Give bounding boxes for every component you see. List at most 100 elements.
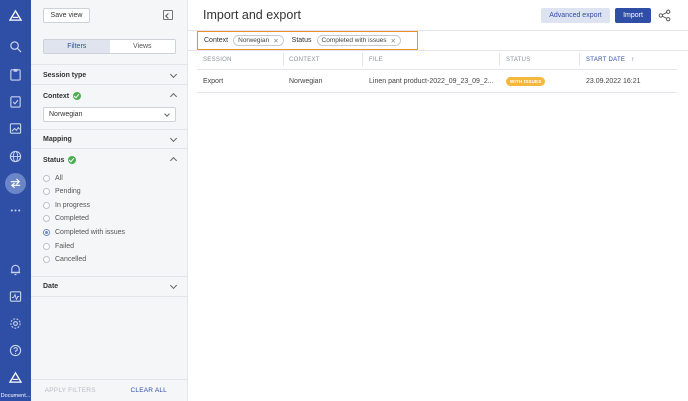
divider bbox=[31, 64, 188, 65]
sort-arrow-icon: ↑ bbox=[631, 57, 635, 63]
divider bbox=[31, 129, 188, 130]
radio-button[interactable] bbox=[43, 188, 50, 195]
globe-icon[interactable] bbox=[8, 149, 23, 164]
section-label: Status bbox=[43, 156, 65, 164]
status-option-selected[interactable]: Completed with issues bbox=[43, 229, 125, 236]
chevron-down-icon bbox=[169, 281, 178, 290]
tab-views[interactable]: Views bbox=[110, 40, 176, 53]
image-icon[interactable] bbox=[8, 121, 23, 136]
status-option-label: All bbox=[55, 175, 63, 182]
rail-footer-label[interactable]: Document... bbox=[0, 393, 31, 399]
status-option[interactable]: Completed bbox=[43, 215, 89, 222]
section-label: Date bbox=[43, 283, 59, 290]
section-date[interactable]: Date bbox=[43, 281, 178, 290]
filter-panel: Save view Filters Views Session type Con… bbox=[31, 0, 188, 401]
context-select[interactable]: Norwegian bbox=[43, 107, 176, 122]
check-circle-icon bbox=[73, 92, 82, 100]
chevron-down-icon bbox=[169, 134, 178, 143]
chip-label: Norwegian bbox=[238, 37, 270, 44]
radio-button[interactable] bbox=[43, 215, 50, 222]
status-badge: WITH ISSUES bbox=[506, 77, 546, 86]
column-header-start-date[interactable]: START DATE ↑ bbox=[586, 57, 635, 63]
divider bbox=[197, 92, 677, 93]
save-view-button[interactable]: Save view bbox=[43, 8, 90, 23]
divider bbox=[31, 148, 188, 149]
radio-button[interactable] bbox=[43, 175, 50, 182]
cell-session: Export bbox=[203, 78, 224, 85]
divider bbox=[31, 276, 188, 277]
column-separator bbox=[362, 53, 363, 66]
status-option[interactable]: Cancelled bbox=[43, 256, 86, 263]
divider bbox=[197, 69, 677, 70]
clipboard-icon[interactable] bbox=[8, 67, 23, 82]
checklist-icon[interactable] bbox=[8, 94, 23, 109]
radio-button[interactable] bbox=[43, 202, 50, 209]
import-button[interactable]: Import bbox=[615, 8, 651, 23]
collapse-panel-icon[interactable] bbox=[163, 10, 173, 20]
nav-rail: Document... bbox=[0, 0, 31, 401]
apply-filters-button[interactable]: APPLY FILTERS bbox=[31, 380, 110, 401]
status-option-label: Completed with issues bbox=[55, 229, 126, 236]
close-icon[interactable]: ✕ bbox=[273, 37, 278, 45]
status-option-label: Completed bbox=[55, 215, 89, 222]
cell-start-date: 23.09.2022 16:21 bbox=[586, 78, 641, 85]
filter-chip-status[interactable]: Completed with issues ✕ bbox=[316, 35, 401, 46]
column-separator bbox=[499, 53, 500, 66]
import-export-icon[interactable] bbox=[8, 176, 23, 191]
status-option-label: Cancelled bbox=[55, 256, 87, 263]
cell-file[interactable]: Linen pant product-2022_09_23_09_2... bbox=[369, 78, 494, 85]
logo-bottom-icon[interactable] bbox=[8, 370, 23, 385]
section-context[interactable]: Context bbox=[43, 92, 178, 101]
filter-chip-context[interactable]: Norwegian ✕ bbox=[233, 35, 284, 46]
column-header-file[interactable]: FILE bbox=[369, 57, 383, 63]
more-icon[interactable] bbox=[8, 203, 23, 218]
chevron-up-icon bbox=[169, 156, 178, 165]
context-select-value: Norwegian bbox=[49, 111, 83, 118]
filter-status-label: Status bbox=[291, 37, 312, 44]
main-content: Import and export Advanced export Import… bbox=[188, 0, 688, 401]
help-icon[interactable] bbox=[8, 343, 23, 358]
status-option[interactable]: Pending bbox=[43, 188, 81, 195]
bell-icon[interactable] bbox=[8, 262, 23, 277]
search-icon[interactable] bbox=[8, 39, 23, 54]
column-separator bbox=[283, 53, 284, 66]
section-mapping[interactable]: Mapping bbox=[43, 134, 178, 143]
section-label: Context bbox=[43, 92, 70, 100]
close-icon[interactable]: ✕ bbox=[391, 37, 396, 45]
gear-icon[interactable] bbox=[8, 316, 23, 331]
column-separator bbox=[579, 53, 580, 66]
divider bbox=[31, 296, 188, 297]
logo-icon[interactable] bbox=[8, 8, 23, 23]
column-header-status[interactable]: STATUS bbox=[506, 57, 531, 63]
radio-button-selected[interactable] bbox=[43, 229, 50, 236]
filter-context-label: Context bbox=[204, 37, 229, 44]
check-circle-icon bbox=[68, 156, 77, 164]
activity-icon[interactable] bbox=[8, 289, 23, 304]
panel-tabs: Filters Views bbox=[43, 39, 176, 54]
page-title: Import and export bbox=[203, 8, 301, 22]
chevron-down-icon bbox=[169, 70, 178, 79]
status-option-label: Pending bbox=[55, 188, 81, 195]
tab-filters[interactable]: Filters bbox=[44, 40, 110, 53]
section-session-type[interactable]: Session type bbox=[43, 70, 178, 79]
active-filters-bar: Context Norwegian ✕ Status Completed wit… bbox=[197, 31, 418, 50]
panel-footer: APPLY FILTERS CLEAR ALL bbox=[31, 379, 188, 401]
section-status[interactable]: Status bbox=[43, 156, 178, 165]
advanced-export-button[interactable]: Advanced export bbox=[541, 8, 610, 23]
clear-all-button[interactable]: CLEAR ALL bbox=[110, 380, 189, 401]
radio-button[interactable] bbox=[43, 243, 50, 250]
radio-button[interactable] bbox=[43, 256, 50, 263]
status-option-label: Failed bbox=[55, 243, 75, 250]
status-option[interactable]: In progress bbox=[43, 202, 90, 209]
status-option[interactable]: Failed bbox=[43, 243, 74, 250]
divider bbox=[31, 84, 188, 85]
section-label: Mapping bbox=[43, 136, 72, 143]
chevron-up-icon bbox=[169, 92, 178, 101]
status-option[interactable]: All bbox=[43, 175, 63, 182]
column-header-session[interactable]: SESSION bbox=[203, 57, 232, 63]
status-option-label: In progress bbox=[55, 202, 91, 209]
cell-context: Norwegian bbox=[289, 78, 323, 85]
section-label: Session type bbox=[43, 72, 87, 79]
column-header-context[interactable]: CONTEXT bbox=[289, 57, 320, 63]
share-icon[interactable] bbox=[658, 9, 671, 22]
